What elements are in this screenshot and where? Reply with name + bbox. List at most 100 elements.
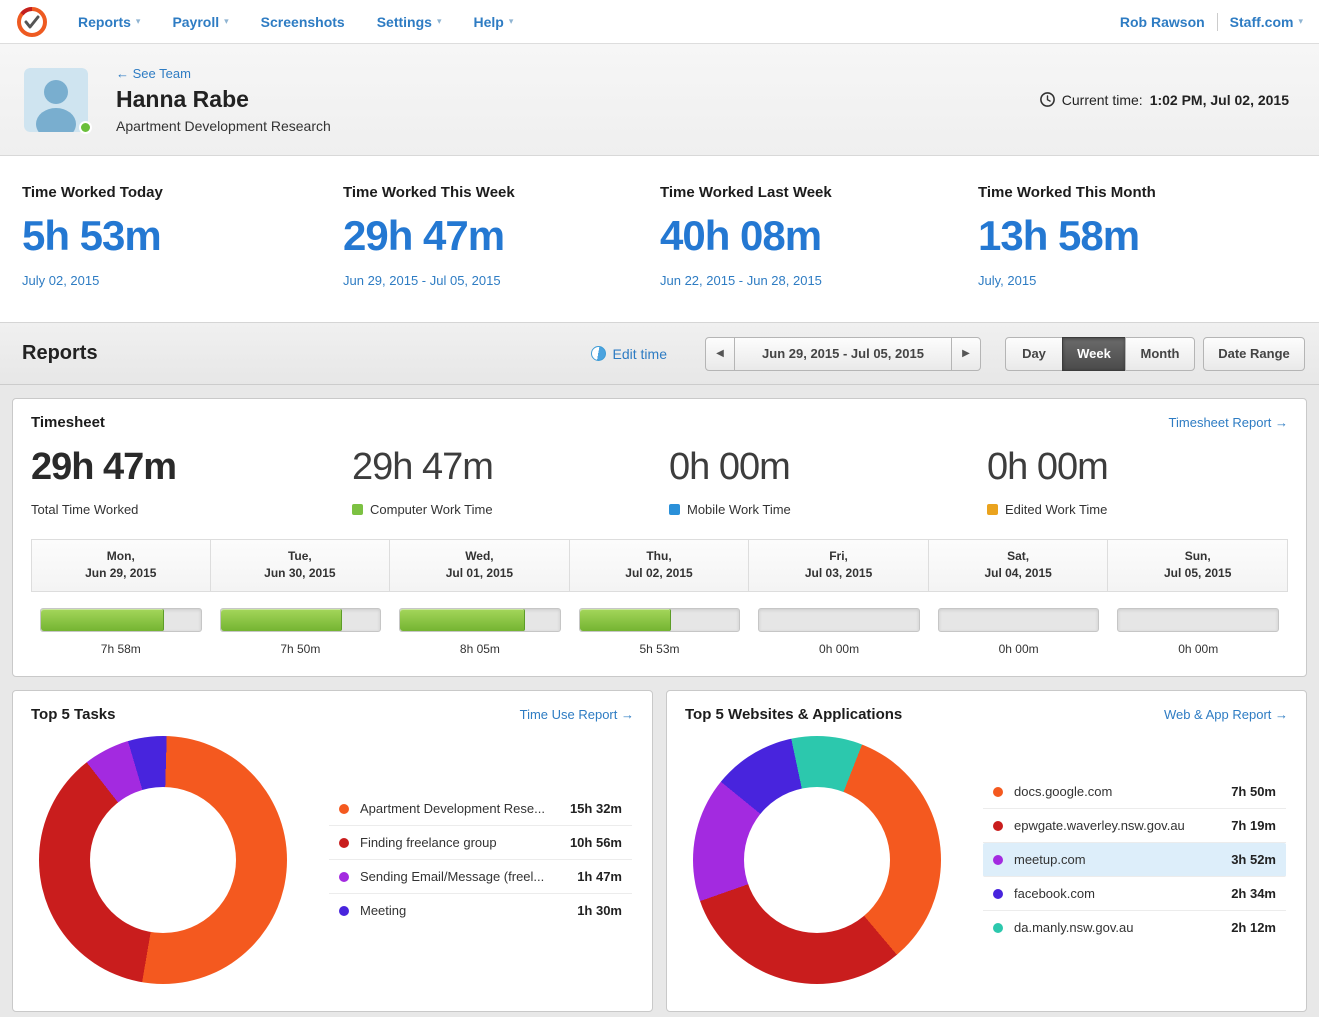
day-header: Fri,Jul 03, 2015	[748, 539, 929, 592]
caret-down-icon: ▾	[224, 17, 229, 26]
caret-down-icon: ▾	[437, 17, 442, 26]
edit-time-icon	[591, 346, 606, 361]
legend-label: Meeting	[360, 903, 406, 918]
see-team-link[interactable]: ← See Team	[116, 66, 191, 81]
day-bar	[211, 608, 391, 632]
stat-period: July, 2015	[978, 273, 1319, 288]
menu-label: Payroll	[172, 14, 219, 30]
legend-row[interactable]: Finding freelance group 10h 56m	[329, 826, 632, 860]
day-time-label: 0h 00m	[749, 642, 929, 656]
day-header: Sat,Jul 04, 2015	[928, 539, 1109, 592]
web-app-report-link[interactable]: Web & App Report →	[1164, 707, 1288, 722]
legend-row[interactable]: facebook.com 2h 34m	[983, 877, 1286, 911]
day-time-label: 8h 05m	[390, 642, 570, 656]
total-label-text: Computer Work Time	[370, 502, 493, 517]
staff-logo-icon[interactable]	[16, 6, 48, 38]
current-task-label: Apartment Development Research	[116, 118, 331, 134]
day-header: Mon,Jun 29, 2015	[31, 539, 211, 592]
progress-bar-fill	[41, 609, 164, 631]
legend-row[interactable]: epwgate.waverley.nsw.gov.au 7h 19m	[983, 809, 1286, 843]
legend-label: Sending Email/Message (freel...	[360, 869, 544, 884]
day-bar	[1108, 608, 1288, 632]
total-label-text: Edited Work Time	[1005, 502, 1107, 517]
stat-time-last-week: Time Worked Last Week 40h 08m Jun 22, 20…	[660, 184, 978, 288]
edit-time-link[interactable]: Edit time	[591, 346, 667, 362]
stat-title: Time Worked This Week	[343, 184, 660, 201]
legend-value: 2h 12m	[1217, 920, 1276, 935]
prev-period-button[interactable]: ◀	[705, 337, 735, 371]
tasks-donut-chart[interactable]	[39, 736, 287, 984]
mobile-work-swatch-icon	[669, 504, 680, 515]
legend-row[interactable]: Meeting 1h 30m	[329, 894, 632, 927]
legend-value: 2h 34m	[1217, 886, 1276, 901]
computer-work-swatch-icon	[352, 504, 363, 515]
edited-work-time: 0h 00m Edited Work Time	[987, 448, 1306, 517]
date-navigator: ◀ Jun 29, 2015 - Jul 05, 2015 ▶	[705, 337, 981, 371]
stat-period: Jun 22, 2015 - Jun 28, 2015	[660, 273, 978, 288]
legend-row[interactable]: da.manly.nsw.gov.au 2h 12m	[983, 911, 1286, 944]
top-tasks-panel: Top 5 Tasks Time Use Report → Apartment …	[12, 690, 653, 1012]
legend-dot	[993, 855, 1003, 865]
stat-value: 5h 53m	[22, 215, 343, 257]
websites-donut-chart[interactable]	[693, 736, 941, 984]
profile-header: ← See Team Hanna Rabe Apartment Developm…	[0, 44, 1319, 156]
legend-value: 3h 52m	[1217, 852, 1276, 867]
legend-row[interactable]: Apartment Development Rese... 15h 32m	[329, 792, 632, 826]
day-bars	[31, 608, 1288, 632]
view-day-button[interactable]: Day	[1005, 337, 1063, 371]
stat-title: Time Worked Today	[22, 184, 343, 201]
current-time-value: 1:02 PM, Jul 02, 2015	[1150, 92, 1289, 108]
top-tasks-header: Top 5 Tasks Time Use Report →	[13, 691, 652, 732]
day-header: Tue,Jun 30, 2015	[210, 539, 391, 592]
timesheet-report-link[interactable]: Timesheet Report →	[1169, 415, 1288, 430]
view-date-range-button[interactable]: Date Range	[1203, 337, 1305, 371]
legend-dot	[993, 923, 1003, 933]
legend-value: 7h 19m	[1217, 818, 1276, 833]
view-week-button[interactable]: Week	[1062, 337, 1126, 371]
date-range-display-button[interactable]: Jun 29, 2015 - Jul 05, 2015	[734, 337, 952, 371]
legend-dot	[339, 804, 349, 814]
top-websites-panel: Top 5 Websites & Applications Web & App …	[666, 690, 1307, 1012]
legend-label: docs.google.com	[1014, 784, 1112, 799]
clock-icon	[1040, 92, 1055, 107]
menu-help[interactable]: Help▾	[473, 14, 513, 30]
computer-work-time: 29h 47m Computer Work Time	[352, 448, 669, 517]
view-month-button[interactable]: Month	[1125, 337, 1195, 371]
page: Reports▾ Payroll▾ Screenshots Settings▾ …	[0, 0, 1319, 1017]
reports-title: Reports	[22, 342, 98, 365]
total-label-text: Total Time Worked	[31, 502, 138, 517]
timesheet-panel: Timesheet Timesheet Report → 29h 47m Tot…	[12, 398, 1307, 677]
day-time-label: 7h 50m	[211, 642, 391, 656]
legend-row[interactable]: Sending Email/Message (freel... 1h 47m	[329, 860, 632, 894]
total-value: 29h 47m	[31, 448, 352, 486]
legend-row[interactable]: meetup.com 3h 52m	[983, 843, 1286, 877]
legend-dot	[993, 889, 1003, 899]
day-time-label: 0h 00m	[1108, 642, 1288, 656]
stat-title: Time Worked This Month	[978, 184, 1319, 201]
progress-bar-fill	[400, 609, 525, 631]
menu-label: Settings	[377, 14, 432, 30]
legend-row[interactable]: docs.google.com 7h 50m	[983, 775, 1286, 809]
menu-screenshots[interactable]: Screenshots	[261, 14, 345, 30]
time-use-report-link[interactable]: Time Use Report →	[520, 707, 634, 722]
websites-legend: docs.google.com 7h 50m epwgate.waverley.…	[983, 775, 1286, 944]
caret-down-icon: ▾	[136, 17, 141, 26]
next-period-button[interactable]: ▶	[951, 337, 981, 371]
menu-payroll[interactable]: Payroll ▾	[172, 14, 228, 30]
menu-label: Screenshots	[261, 14, 345, 30]
brand-menu[interactable]: Staff.com▾	[1230, 14, 1303, 30]
stat-time-this-week: Time Worked This Week 29h 47m Jun 29, 20…	[343, 184, 660, 288]
day-header: Wed,Jul 01, 2015	[389, 539, 570, 592]
legend-label: epwgate.waverley.nsw.gov.au	[1014, 818, 1185, 833]
caret-down-icon: ▾	[1298, 17, 1303, 26]
stat-value: 40h 08m	[660, 215, 978, 257]
main-menu: Reports▾ Payroll▾ Screenshots Settings▾ …	[78, 14, 513, 30]
menu-settings[interactable]: Settings ▾	[377, 14, 442, 30]
legend-dot	[339, 872, 349, 882]
stat-time-this-month: Time Worked This Month 13h 58m July, 201…	[978, 184, 1319, 288]
menu-reports[interactable]: Reports▾	[78, 14, 140, 30]
total-label-text: Mobile Work Time	[687, 502, 791, 517]
user-menu[interactable]: Rob Rawson	[1120, 14, 1205, 30]
legend-label: Finding freelance group	[360, 835, 497, 850]
legend-dot	[339, 838, 349, 848]
